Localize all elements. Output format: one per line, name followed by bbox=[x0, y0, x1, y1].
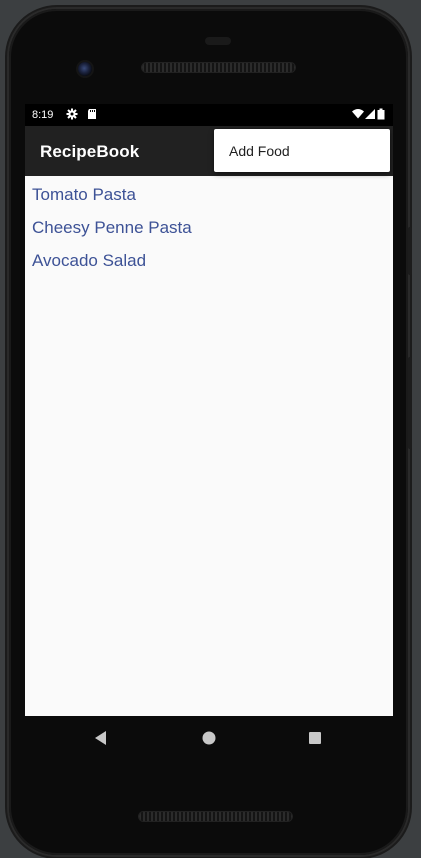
cell-signal-icon bbox=[365, 109, 375, 119]
status-bar: 8:19 bbox=[25, 104, 393, 126]
phone-screen: 8:19 RecipeBook Tomato Pasta Cheesy Penn… bbox=[25, 104, 393, 716]
top-slot bbox=[205, 37, 231, 45]
recipe-list-container: Tomato Pasta Cheesy Penne Pasta Avocado … bbox=[25, 176, 393, 716]
list-item[interactable]: Cheesy Penne Pasta bbox=[32, 217, 192, 250]
wifi-icon bbox=[352, 109, 364, 119]
menu-item-add-food[interactable]: Add Food bbox=[229, 143, 290, 159]
recents-icon[interactable] bbox=[306, 729, 324, 747]
volume-button bbox=[408, 357, 412, 449]
list-item[interactable]: Tomato Pasta bbox=[32, 184, 192, 217]
sd-card-icon bbox=[88, 109, 96, 119]
navigation-bar bbox=[25, 716, 393, 760]
overflow-menu: Add Food bbox=[214, 129, 390, 172]
bottom-speaker bbox=[139, 812, 292, 821]
list-item[interactable]: Avocado Salad bbox=[32, 250, 192, 283]
power-button bbox=[408, 227, 412, 275]
back-icon[interactable] bbox=[92, 729, 110, 747]
earpiece-speaker bbox=[142, 63, 295, 72]
recipe-list: Tomato Pasta Cheesy Penne Pasta Avocado … bbox=[32, 184, 192, 283]
home-icon[interactable] bbox=[200, 729, 218, 747]
status-time: 8:19 bbox=[32, 109, 54, 121]
front-camera bbox=[78, 62, 92, 76]
gear-icon bbox=[66, 108, 78, 120]
battery-icon bbox=[377, 108, 385, 120]
app-title: RecipeBook bbox=[40, 142, 140, 161]
